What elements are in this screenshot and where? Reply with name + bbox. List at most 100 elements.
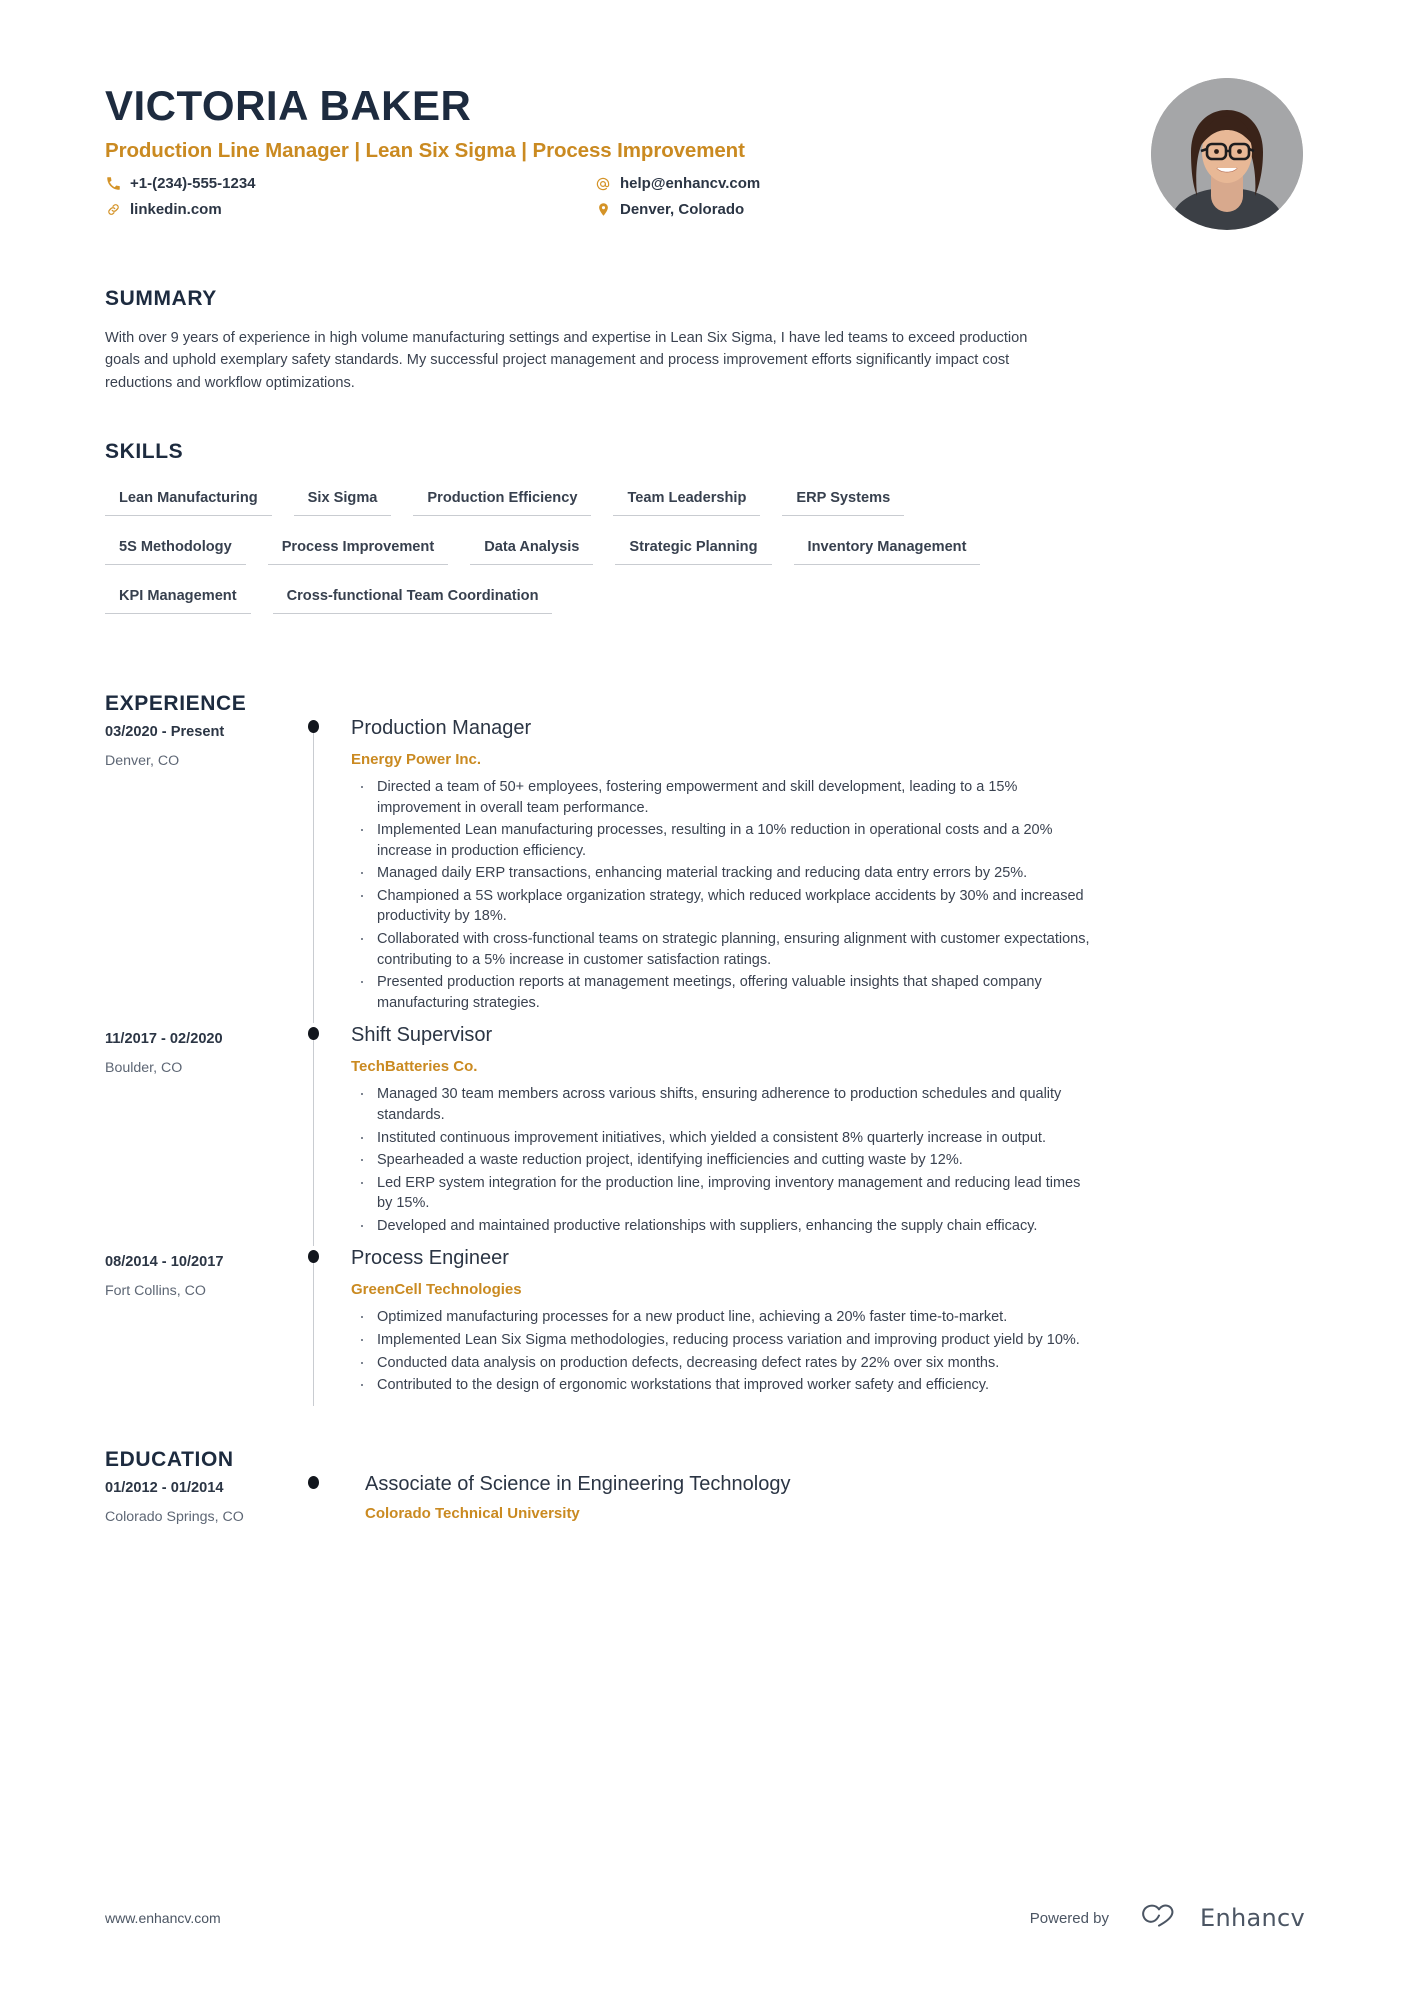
- education-section: EDUCATION 01/2012 - 01/2014 Colorado Spri…: [105, 1448, 1305, 1530]
- brand-name: Enhancv: [1199, 1904, 1305, 1932]
- education-entry: 01/2012 - 01/2014 Colorado Springs, CO Ass…: [105, 1472, 1305, 1530]
- section-heading-skills: SKILLS: [105, 439, 184, 463]
- entry-location: Colorado Springs, CO: [105, 1508, 244, 1525]
- entry-company-name: Energy Power Inc.: [351, 750, 482, 768]
- entry-company-name: TechBatteries Co.: [351, 1058, 478, 1076]
- skill-chip: 5S Methodology: [105, 532, 246, 565]
- timeline-line: [313, 1037, 315, 1247]
- skill-chip: ERP Systems: [782, 483, 905, 516]
- entry-date-range: 08/2014 - 10/2017: [105, 1254, 224, 1271]
- entry-meta: 08/2014 - 10/2017 Fort Collins, CO: [105, 1246, 305, 1405]
- skill-chip: Lean Manufacturing: [105, 483, 272, 516]
- entry-bullet: Presented production reports at manageme…: [351, 969, 1091, 1013]
- link-icon: [105, 202, 121, 218]
- entry-bullet: Developed and maintained productive rela…: [351, 1213, 1091, 1238]
- brand-lockup: Enhancv: [1131, 1903, 1305, 1933]
- skills-list: Lean Manufacturing Six Sigma Production Ef…: [105, 483, 1065, 630]
- school-name: Colorado Technical University: [365, 1504, 580, 1522]
- footer-branding: Powered by Enhancv: [1030, 1903, 1305, 1933]
- avatar: [1151, 78, 1303, 230]
- entry-location: Denver, CO: [105, 752, 180, 769]
- experience-entry: 08/2014 - 10/2017 Fort Collins, CO Process…: [105, 1246, 1305, 1406]
- location-pin-icon: [595, 202, 611, 218]
- entry-meta: 01/2012 - 01/2014 Colorado Springs, CO: [105, 1472, 305, 1530]
- education-entries: 01/2012 - 01/2014 Colorado Springs, CO Ass…: [105, 1472, 1305, 1530]
- timeline-line: [313, 729, 315, 1024]
- entry-bullet: Managed daily ERP transactions, enhancin…: [351, 860, 1091, 885]
- timeline-rail: [305, 1023, 351, 1247]
- entry-bullet: Spearheaded a waste reduction project, i…: [351, 1147, 1091, 1172]
- skill-chip: Strategic Planning: [615, 532, 772, 565]
- skill-chip: Cross-functional Team Coordination: [272, 581, 553, 614]
- summary-section: SUMMARY With over 9 years of experience …: [105, 287, 1305, 394]
- page-footer: www.enhancv.com Powered by Enhancv: [105, 1903, 1305, 1933]
- summary-text: With over 9 years of experience in high …: [105, 330, 1028, 391]
- entry-date-range: 11/2017 - 02/2020: [105, 1031, 223, 1048]
- degree-title: Associate of Science in Engineering Tech…: [365, 1472, 791, 1495]
- contact-email[interactable]: help@enhancv.com: [595, 175, 1151, 193]
- entry-bullet: Implemented Lean manufacturing processes…: [351, 817, 1091, 861]
- entry-body: Associate of Science in Engineering Tech…: [351, 1472, 1305, 1530]
- timeline-dot-icon: [308, 1250, 319, 1264]
- contact-location: Denver, Colorado: [595, 201, 1151, 219]
- section-heading-experience: EXPERIENCE: [105, 691, 247, 715]
- skill-chip: Production Efficiency: [413, 483, 592, 516]
- entry-role-title: Production Manager: [351, 716, 532, 739]
- entry-bullet-list: Directed a team of 50+ employees, foster…: [351, 774, 1305, 1013]
- experience-entry: 03/2020 - Present Denver, CO Production Ma…: [105, 716, 1305, 1024]
- entry-bullet: Instituted continuous improvement initia…: [351, 1125, 1091, 1150]
- contact-phone[interactable]: +1-(234)-555-1234: [105, 175, 595, 193]
- entry-body: Production Manager Energy Power Inc. Direc…: [351, 716, 1305, 1023]
- powered-by-label: Powered by: [1029, 1909, 1109, 1927]
- timeline-dot-icon: [308, 1027, 319, 1041]
- experience-section: EXPERIENCE 03/2020 - Present Denver, CO Pr…: [105, 692, 1305, 1406]
- entry-location: Boulder, CO: [105, 1060, 183, 1077]
- phone-icon: [105, 176, 121, 192]
- skills-section: SKILLS Lean Manufacturing Six Sigma Produc…: [105, 440, 1305, 630]
- contact-phone-value: +1-(234)-555-1234: [130, 174, 256, 192]
- skill-chip: Data Analysis: [470, 532, 594, 565]
- timeline-rail: [305, 1246, 351, 1406]
- skill-chip: Six Sigma: [293, 483, 392, 516]
- entry-meta: 03/2020 - Present Denver, CO: [105, 716, 305, 1023]
- timeline-dot-icon: [308, 719, 319, 733]
- entry-bullet: Conducted data analysis on production de…: [351, 1350, 1091, 1375]
- entry-bullet: Contributed to the design of ergonomic w…: [351, 1372, 1091, 1397]
- footer-website-url[interactable]: www.enhancv.com: [105, 1910, 221, 1926]
- entry-role-title: Process Engineer: [351, 1247, 509, 1270]
- header-text-block: VICTORIA BAKER Production Line Manager |…: [105, 78, 1151, 219]
- enhancv-infinity-logo: [1131, 1903, 1187, 1933]
- entry-bullet: Directed a team of 50+ employees, foster…: [351, 774, 1091, 818]
- contact-linkedin[interactable]: linkedin.com: [105, 201, 595, 219]
- resume-page: VICTORIA BAKER Production Line Manager |…: [0, 0, 1410, 1995]
- entry-bullet-list: Optimized manufacturing processes for a …: [351, 1304, 1305, 1397]
- skill-chip: KPI Management: [105, 581, 251, 614]
- contact-location-value: Denver, Colorado: [620, 200, 745, 218]
- timeline-dot-icon: [308, 1475, 319, 1489]
- entry-date-range: 03/2020 - Present: [105, 723, 225, 740]
- entry-body: Shift Supervisor TechBatteries Co. Managed…: [351, 1023, 1305, 1246]
- entry-role-title: Shift Supervisor: [351, 1024, 493, 1047]
- entry-meta: 11/2017 - 02/2020 Boulder, CO: [105, 1023, 305, 1246]
- entry-bullet: Championed a 5S workplace organization s…: [351, 883, 1091, 927]
- page-title: VICTORIA BAKER: [105, 82, 472, 129]
- contact-info: +1-(234)-555-1234 help@enhancv.com linke…: [105, 175, 1151, 219]
- contact-email-value: help@enhancv.com: [620, 174, 761, 192]
- entry-bullet-list: Managed 30 team members across various s…: [351, 1081, 1305, 1238]
- at-sign-icon: [595, 176, 611, 192]
- entry-bullet: Collaborated with cross-functional teams…: [351, 926, 1091, 970]
- skill-chip: Process Improvement: [267, 532, 449, 565]
- entry-company-name: GreenCell Technologies: [351, 1281, 522, 1299]
- skill-chip: Inventory Management: [793, 532, 981, 565]
- entry-body: Process Engineer GreenCell Technologies Op…: [351, 1246, 1305, 1405]
- timeline-rail: [305, 1472, 351, 1530]
- entry-bullet: Optimized manufacturing processes for a …: [351, 1304, 1091, 1329]
- timeline-rail: [305, 716, 351, 1024]
- entry-date-range: 01/2012 - 01/2014: [105, 1479, 224, 1496]
- timeline-line: [313, 1260, 315, 1406]
- entry-bullet: Led ERP system integration for the produ…: [351, 1170, 1091, 1214]
- headline-subtitle: Production Line Manager | Lean Six Sigma…: [105, 139, 745, 163]
- entry-location: Fort Collins, CO: [105, 1283, 206, 1300]
- experience-entries: 03/2020 - Present Denver, CO Production Ma…: [105, 716, 1305, 1406]
- entry-bullet: Managed 30 team members across various s…: [351, 1081, 1091, 1125]
